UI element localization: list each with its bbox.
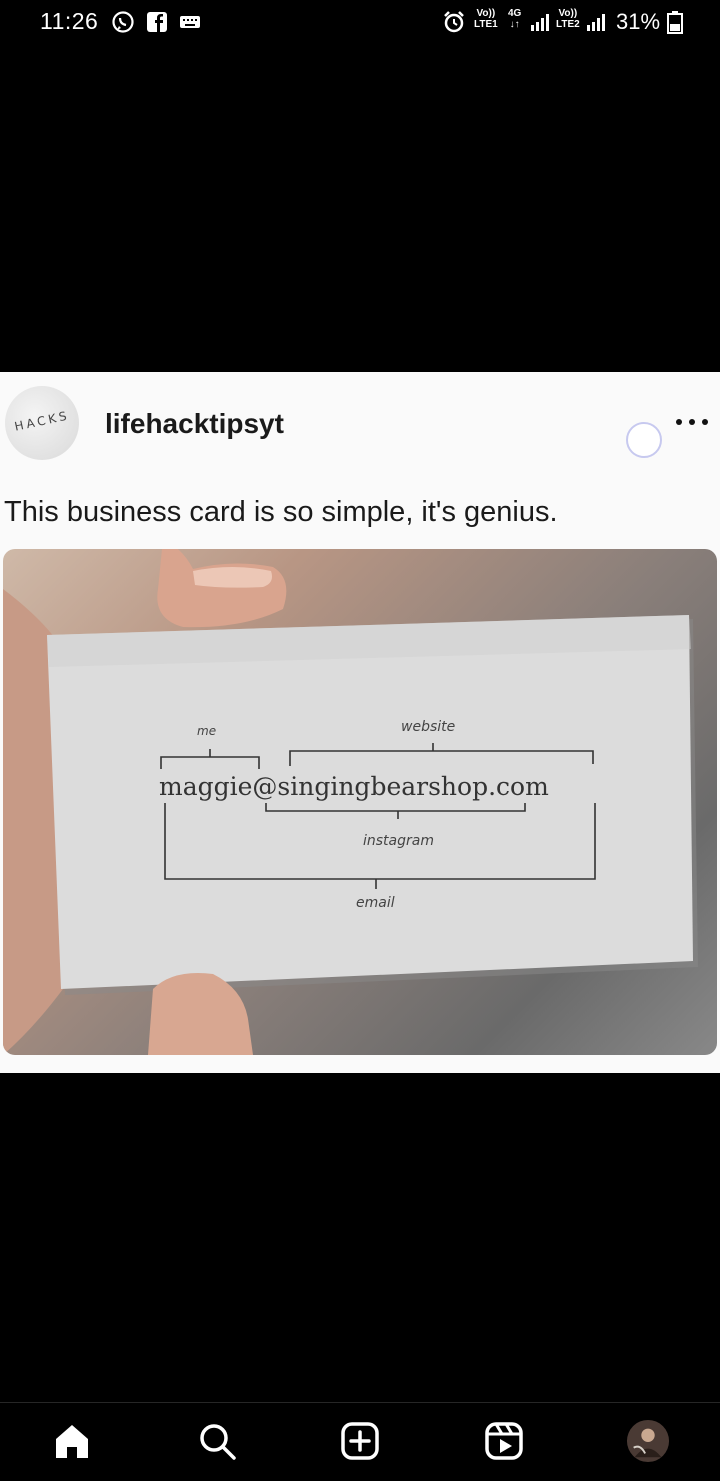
post-image[interactable]: maggie@singingbearshop.com me website in… [3,549,717,1055]
more-options-icon[interactable] [672,412,712,432]
business-card-photo: maggie@singingbearshop.com me website in… [3,549,698,1055]
bottom-navigation [0,1402,720,1481]
keyboard-icon [177,9,203,35]
avatar-text: HACKS [13,408,71,434]
battery-percent: 31% [616,9,661,34]
post-avatar[interactable]: HACKS [5,386,79,460]
card-email-text: maggie@singingbearshop.com [159,772,549,801]
sim1-volte-label: Vo)) LTE1 [474,8,498,30]
network-type-label: 4G ↓↑ [508,8,522,30]
signal-icon-sim2 [584,9,610,35]
create-icon[interactable] [338,1419,382,1463]
status-time: 11:26 [40,8,99,34]
signal-icon-sim1 [528,9,554,35]
home-icon[interactable] [50,1419,94,1463]
status-bar: 11:26 Vo)) LTE1 4G ↓↑ Vo)) LTE2 31% [0,0,720,44]
annotation-me: me [197,724,216,738]
whatsapp-icon [110,9,136,35]
alarm-icon [441,9,467,35]
post-caption: This business card is so simple, it's ge… [4,496,558,528]
profile-avatar[interactable] [626,1419,670,1463]
annotation-email: email [356,895,395,911]
loading-indicator [626,422,662,458]
annotation-website: website [401,719,455,735]
search-icon[interactable] [195,1419,239,1463]
annotation-instagram: instagram [363,833,434,849]
sim2-volte-label: Vo)) LTE2 [556,8,580,30]
battery-icon [662,9,688,35]
reels-icon[interactable] [482,1419,526,1463]
facebook-icon [144,9,170,35]
feed-post: HACKS lifehacktipsyt This business card … [0,372,720,1073]
post-username[interactable]: lifehacktipsyt [105,408,284,440]
